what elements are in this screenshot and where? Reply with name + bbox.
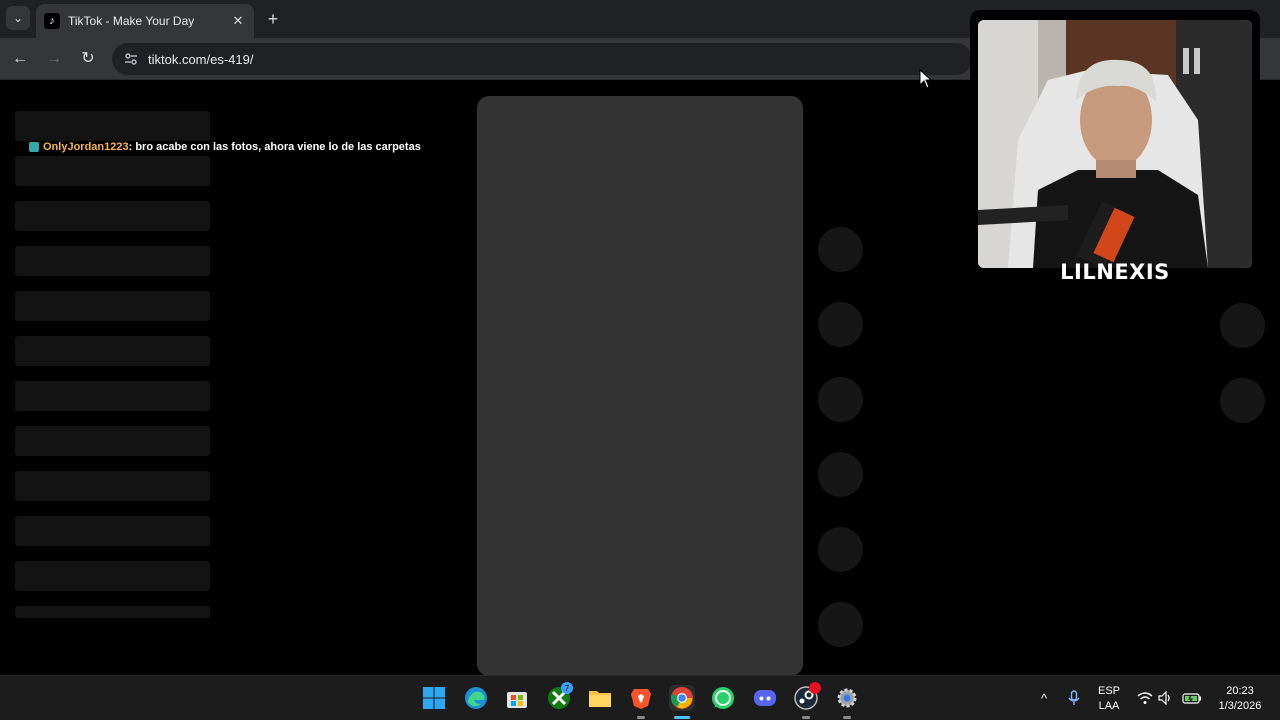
comment-button-skeleton[interactable] — [818, 302, 863, 347]
forward-button[interactable]: → — [42, 47, 66, 71]
windows-taskbar: 7 ^ ESP LAA 20:23 1/3/2026 — [0, 675, 1280, 720]
tiktok-favicon-icon: ♪ — [44, 13, 60, 29]
action-button-skeleton[interactable] — [818, 602, 863, 647]
chrome-active-indicator — [674, 716, 690, 719]
clock-time[interactable]: 20:23 — [1212, 685, 1268, 697]
scroll-up-button-skeleton[interactable] — [1220, 303, 1265, 348]
sidebar-skeleton-item — [15, 336, 210, 366]
sidebar-skeleton-item — [15, 561, 210, 591]
screen: ⌄ ♪ TikTok - Make Your Day ✕ + ← → ↻ tik… — [0, 0, 1280, 720]
sidebar-skeleton-item — [15, 111, 210, 141]
webcam-overlay: LILNEXIS — [970, 10, 1260, 288]
mouse-cursor-icon — [919, 69, 933, 89]
brave-running-indicator — [637, 716, 645, 719]
settings-icon[interactable] — [834, 685, 860, 711]
file-explorer-icon[interactable] — [587, 685, 613, 711]
site-settings-icon[interactable] — [122, 50, 140, 68]
video-placeholder[interactable] — [477, 96, 803, 676]
steam-notification-badge — [809, 682, 821, 694]
share-button-skeleton[interactable] — [818, 452, 863, 497]
settings-running-indicator — [843, 716, 851, 719]
scroll-down-button-skeleton[interactable] — [1220, 378, 1265, 423]
streamer-image — [978, 20, 1252, 268]
discord-icon[interactable] — [752, 685, 778, 711]
tab-title: TikTok - Make Your Day — [68, 14, 195, 28]
sidebar-skeleton-item — [15, 516, 210, 546]
sidebar-skeleton-item — [15, 606, 210, 618]
tab-tiktok[interactable]: ♪ TikTok - Make Your Day ✕ — [36, 4, 254, 38]
url-text: tiktok.com/es-419/ — [148, 51, 254, 67]
whatsapp-icon[interactable] — [710, 685, 736, 711]
sidebar-skeleton-item — [15, 291, 210, 321]
back-button[interactable]: ← — [8, 47, 32, 71]
volume-icon[interactable] — [1158, 690, 1174, 706]
xbox-badge: 7 — [561, 682, 573, 694]
chrome-icon[interactable] — [669, 685, 695, 711]
like-button-skeleton[interactable] — [818, 227, 863, 272]
steam-running-indicator — [802, 716, 810, 719]
tab-search-button[interactable]: ⌄ — [6, 6, 30, 30]
language-code[interactable]: ESP — [1094, 685, 1124, 697]
sidebar-skeleton-item — [15, 381, 210, 411]
store-icon[interactable] — [504, 685, 530, 711]
clock-date[interactable]: 1/3/2026 — [1212, 700, 1268, 712]
reload-button[interactable]: ↻ — [76, 47, 100, 71]
wifi-icon[interactable] — [1137, 690, 1153, 706]
sidebar-skeleton-item — [15, 201, 210, 231]
streamer-name: LILNEXIS — [1060, 260, 1170, 284]
keyboard-layout[interactable]: LAA — [1094, 700, 1124, 712]
sidebar-skeleton-item — [15, 426, 210, 456]
sidebar-skeleton-item — [15, 156, 210, 186]
sidebar-skeleton-item — [15, 471, 210, 501]
windows-start-icon[interactable] — [421, 685, 447, 711]
chat-badge-icon — [29, 142, 39, 152]
chat-text: : bro acabe con las fotos, ahora viene l… — [128, 141, 421, 153]
battery-charging-icon[interactable] — [1182, 690, 1202, 706]
tab-close-icon[interactable]: ✕ — [230, 13, 246, 29]
brave-icon[interactable] — [628, 685, 654, 711]
address-bar[interactable]: tiktok.com/es-419/ — [112, 43, 972, 75]
save-button-skeleton[interactable] — [818, 377, 863, 422]
edge-icon[interactable] — [463, 685, 489, 711]
webcam-feed — [978, 20, 1252, 268]
microphone-icon[interactable] — [1066, 690, 1082, 706]
action-button-skeleton[interactable] — [818, 527, 863, 572]
tray-overflow-chevron-icon[interactable]: ^ — [1036, 690, 1052, 706]
chat-message-overlay: OnlyJordan1223 : bro acabe con las fotos… — [29, 141, 421, 153]
chat-username: OnlyJordan1223 — [43, 141, 129, 153]
new-tab-button[interactable]: + — [262, 8, 284, 30]
sidebar-skeleton-item — [15, 246, 210, 276]
